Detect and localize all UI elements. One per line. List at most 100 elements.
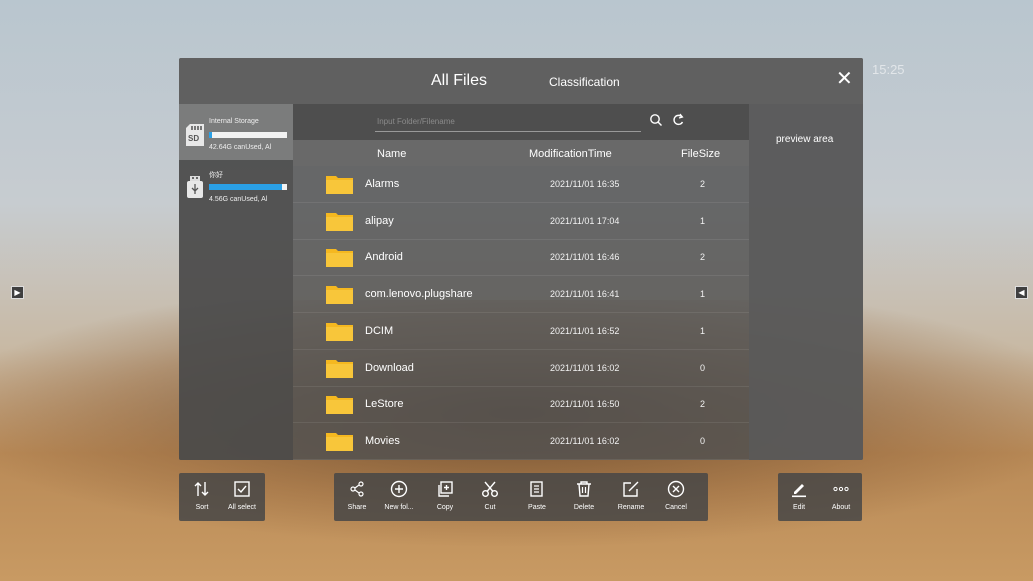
file-row[interactable]: Download 2021/11/01 16:02 0 (293, 350, 749, 387)
paste-icon (530, 481, 543, 497)
cancel-icon (667, 480, 685, 498)
select-all-icon (234, 481, 250, 497)
file-action-toolbar: Share New fol... Copy Cut Paste Delete R… (334, 473, 708, 521)
file-row[interactable]: Movies 2021/11/01 16:02 0 (293, 423, 749, 460)
search-icon[interactable] (649, 112, 663, 128)
storage-usage-bar (209, 184, 287, 190)
title-bar: All Files Classification ✕ (179, 58, 863, 104)
search-bar (293, 104, 749, 140)
new-folder-icon (390, 480, 408, 498)
storage-sidebar: SD Internal Storage 42.64G canUsed, Al 你… (179, 104, 293, 460)
sort-button[interactable]: Sort (183, 473, 221, 521)
file-row[interactable]: alipay 2021/11/01 17:04 1 (293, 203, 749, 240)
preview-panel: preview area (749, 104, 863, 460)
file-modification-time: 2021/11/01 16:35 (550, 179, 620, 189)
storage-name: Internal Storage (209, 118, 259, 125)
storage-capacity: 4.56G canUsed, Al (209, 196, 268, 203)
paste-button[interactable]: Paste (518, 473, 556, 521)
folder-icon (326, 286, 353, 305)
file-size: 0 (700, 435, 706, 446)
copy-icon (438, 481, 453, 497)
rename-label: Rename (617, 504, 645, 511)
copy-label: Copy (436, 504, 454, 511)
all-select-button[interactable]: All select (223, 473, 261, 521)
column-name[interactable]: Name (377, 148, 406, 160)
more-icon (833, 486, 849, 492)
left-arrow-icon[interactable]: ▶ (11, 286, 24, 299)
delete-icon (577, 481, 591, 497)
file-modification-time: 2021/11/01 16:02 (550, 435, 620, 446)
share-button[interactable]: Share (338, 473, 376, 521)
file-size: 1 (700, 215, 706, 226)
folder-icon (326, 212, 353, 231)
storage-usage-fill (209, 184, 282, 190)
storage-capacity: 42.64G canUsed, Al (209, 144, 272, 151)
file-name: DCIM (365, 324, 394, 337)
new-folder-button[interactable]: New fol... (380, 473, 418, 521)
clock: 15:25 (872, 62, 905, 77)
file-list-panel: Name ModificationTime FileSize Alarms202… (293, 104, 749, 460)
storage-internal[interactable]: SD Internal Storage 42.64G canUsed, Al (179, 104, 293, 160)
storage-usage-fill (209, 132, 213, 138)
folder-icon (326, 396, 353, 415)
file-size: 1 (700, 325, 706, 336)
folder-icon (326, 359, 353, 378)
svg-text:SD: SD (188, 134, 199, 143)
folder-icon (326, 432, 353, 451)
rename-button[interactable]: Rename (612, 473, 650, 521)
file-name: Android (365, 251, 403, 264)
cut-button[interactable]: Cut (471, 473, 509, 521)
refresh-icon[interactable] (671, 112, 685, 128)
usb-drive-icon (187, 176, 203, 198)
edit-label: Edit (792, 504, 806, 511)
storage-usage-bar (209, 132, 287, 138)
storage-name: 你好 (209, 172, 223, 179)
cancel-button[interactable]: Cancel (657, 473, 695, 521)
tab-classification[interactable]: Classification (549, 75, 620, 89)
file-modification-time: 2021/11/01 16:52 (550, 325, 620, 336)
close-icon[interactable]: ✕ (836, 69, 853, 89)
edit-toolbar: Edit About (778, 473, 862, 521)
share-label: Share (347, 504, 367, 511)
column-file-size[interactable]: FileSize (681, 148, 720, 160)
file-size: 2 (700, 399, 706, 410)
rename-icon (623, 481, 639, 497)
column-modification-time[interactable]: ModificationTime (529, 148, 612, 160)
sort-icon (194, 482, 209, 496)
cut-icon (482, 481, 498, 497)
file-name: Movies (365, 434, 400, 447)
file-name: LeStore (365, 398, 404, 411)
file-modification-time: 2021/11/01 16:41 (550, 289, 620, 300)
right-arrow-icon[interactable]: ◀ (1015, 286, 1028, 299)
paste-label: Paste (528, 504, 546, 511)
file-modification-time: 2021/11/01 16:46 (550, 252, 620, 263)
about-button[interactable]: About (822, 473, 860, 521)
file-size: 0 (700, 362, 706, 373)
file-manager-window: All Files Classification ✕ SD Internal S… (179, 58, 863, 460)
file-name: com.lenovo.plugshare (365, 288, 473, 301)
new-folder-label: New fol... (384, 504, 414, 511)
cut-label: Cut (484, 504, 496, 511)
tab-all-files[interactable]: All Files (431, 72, 487, 90)
file-modification-time: 2021/11/01 16:50 (550, 399, 620, 410)
file-size: 2 (700, 179, 706, 189)
search-input[interactable] (375, 111, 641, 132)
edit-button[interactable]: Edit (780, 473, 818, 521)
sd-card-icon: SD (186, 124, 204, 146)
file-name: alipay (365, 214, 394, 227)
folder-icon (326, 322, 353, 341)
file-row[interactable]: Android 2021/11/01 16:46 2 (293, 239, 749, 277)
file-row[interactable]: DCIM 2021/11/01 16:52 1 (293, 313, 749, 350)
delete-button[interactable]: Delete (565, 473, 603, 521)
file-modification-time: 2021/11/01 16:02 (550, 362, 620, 373)
file-name: Alarms (365, 178, 400, 190)
file-row[interactable]: Alarms 2021/11/01 16:35 2 (293, 166, 749, 203)
copy-button[interactable]: Copy (426, 473, 464, 521)
storage-usb[interactable]: 你好 4.56G canUsed, Al (179, 160, 293, 216)
cancel-label: Cancel (665, 504, 687, 511)
file-row[interactable]: com.lenovo.plugshare 2021/11/01 16:41 1 (293, 276, 749, 314)
file-row[interactable]: LeStore 2021/11/01 16:50 2 (293, 386, 749, 424)
column-header: Name ModificationTime FileSize (293, 140, 749, 166)
file-size: 2 (700, 252, 706, 263)
file-modification-time: 2021/11/01 17:04 (550, 215, 620, 226)
